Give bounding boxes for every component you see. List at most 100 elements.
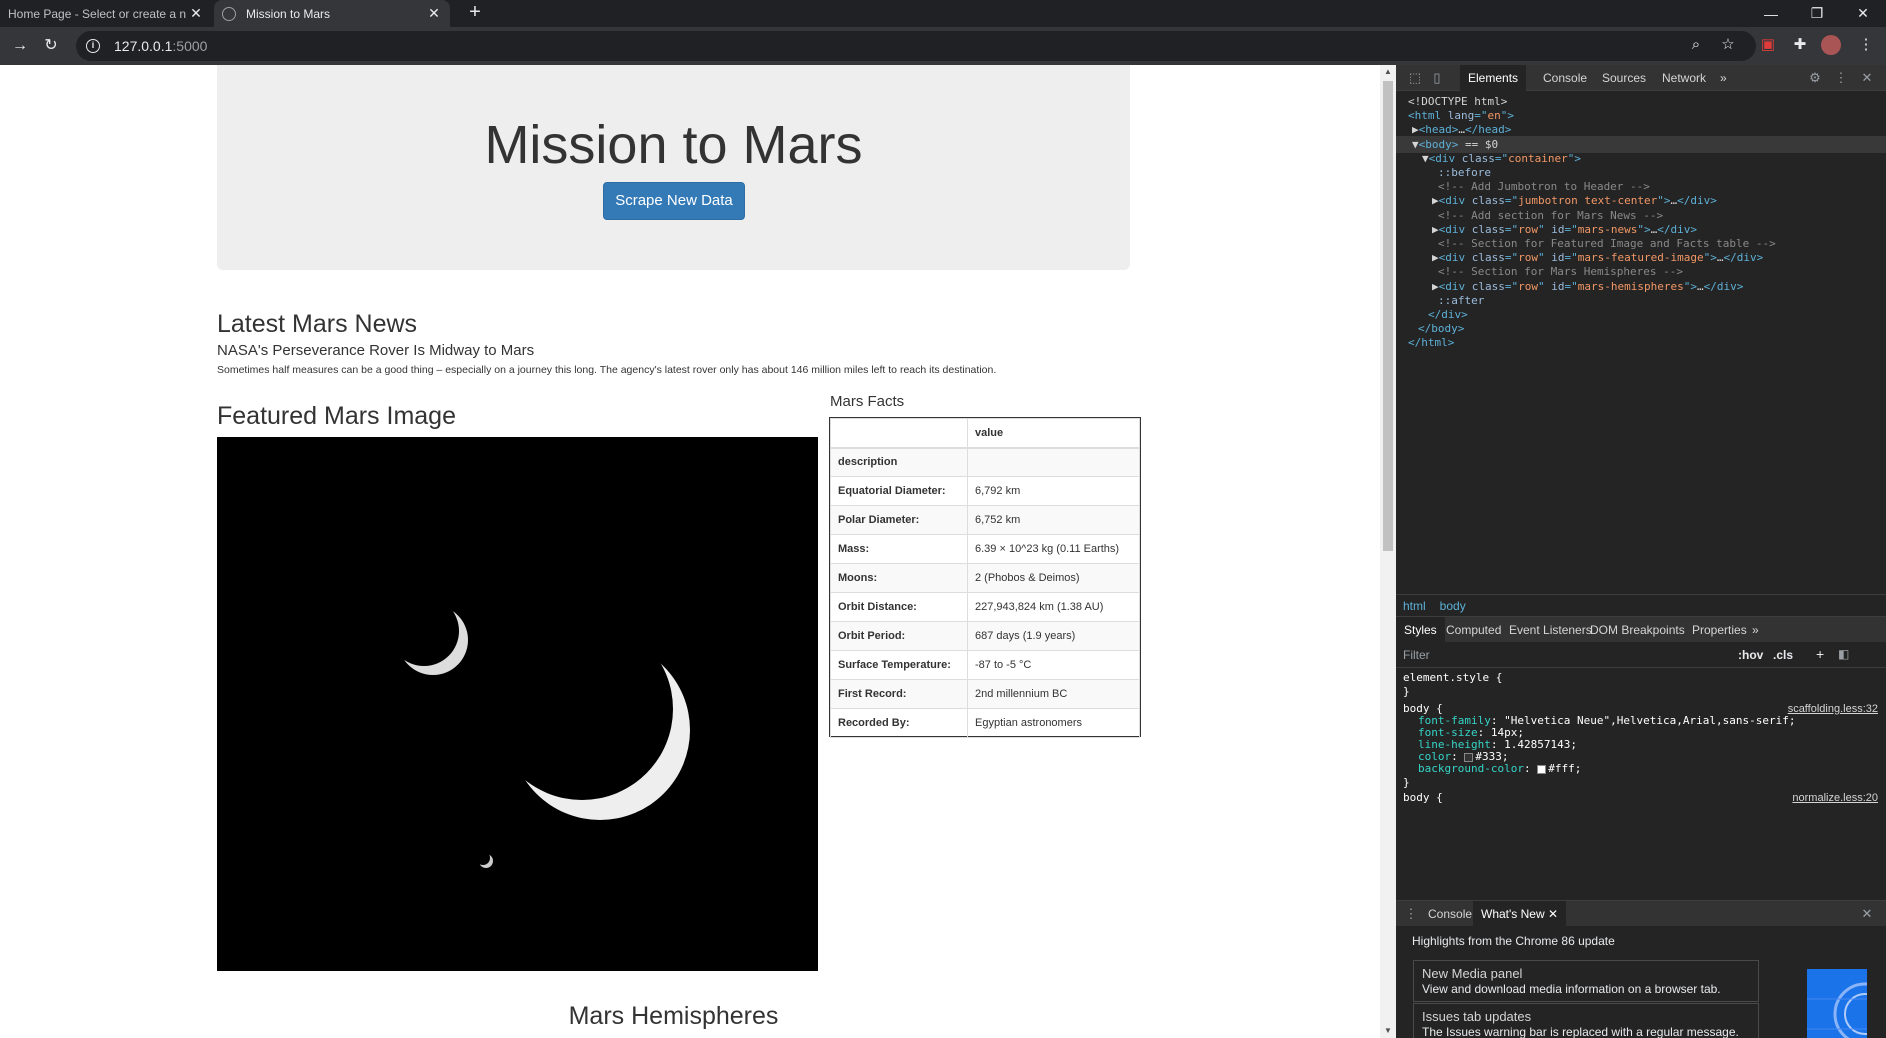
dom-tree[interactable]: <!DOCTYPE html> <html lang="en"> ▶<head>…<…: [1396, 93, 1886, 563]
close-window-button[interactable]: ✕: [1840, 0, 1886, 27]
avatar[interactable]: [1821, 35, 1841, 55]
inspect-icon[interactable]: ⬚: [1406, 69, 1424, 87]
dom-token: =": [1494, 151, 1509, 165]
fact-value: Egyptian astronomers: [967, 708, 1140, 738]
normalize-source-link[interactable]: normalize.less:20: [1792, 791, 1878, 805]
gear-icon[interactable]: ⚙: [1806, 69, 1824, 87]
whats-new-card[interactable]: Issues tab updates The Issues warning ba…: [1413, 1003, 1759, 1038]
drawer-menu-icon[interactable]: ⋮: [1402, 905, 1420, 923]
dom-token: <div: [1428, 151, 1462, 165]
dom-token: class: [1461, 151, 1495, 165]
reload-icon[interactable]: ↻: [40, 35, 62, 57]
menu-kebab-icon[interactable]: ⋮: [1855, 34, 1877, 56]
url-text[interactable]: 127.0.0.1:5000: [114, 38, 207, 54]
fact-value: 6.39 × 10^23 kg (0.11 Earths): [967, 534, 1140, 564]
scaffolding-source-link[interactable]: scaffolding.less:32: [1788, 702, 1878, 716]
dom-token: </div>: [1677, 194, 1717, 208]
toggle-sidebar-icon[interactable]: ◧: [1838, 647, 1849, 661]
fact-label: Orbit Period:: [830, 621, 968, 651]
styles-pane[interactable]: element.style { } body { scaffolding.les…: [1396, 669, 1886, 899]
fact-label: Mass:: [830, 534, 968, 564]
scroll-up-icon[interactable]: ▲: [1380, 65, 1396, 79]
scrollbar-thumb[interactable]: [1383, 81, 1393, 551]
breadcrumb-html[interactable]: html: [1403, 599, 1426, 613]
color-swatch-icon[interactable]: [1537, 764, 1547, 774]
tab-computed[interactable]: Computed: [1438, 617, 1509, 643]
device-toolbar-icon[interactable]: ▯: [1428, 69, 1446, 87]
tab-dom-breakpoints[interactable]: DOM Breakpoints: [1582, 617, 1693, 643]
tab-title: Mission to Mars: [246, 6, 331, 21]
new-rule-button[interactable]: +: [1816, 646, 1824, 662]
tab-elements[interactable]: Elements: [1460, 65, 1527, 91]
dom-token: class: [1471, 251, 1505, 265]
dom-token: mars-featured-image: [1577, 251, 1704, 265]
dom-node-line[interactable]: </html>: [1396, 334, 1886, 351]
featured-image: [217, 437, 818, 971]
new-tab-button[interactable]: +: [462, 0, 488, 27]
dom-token: id: [1551, 279, 1565, 293]
dom-token: <!DOCTYPE html>: [1408, 95, 1508, 108]
dom-token: ">: [1703, 251, 1717, 265]
close-drawer-icon[interactable]: ✕: [1858, 905, 1876, 923]
tab-network[interactable]: Network: [1654, 65, 1714, 91]
news-title: NASA's Perseverance Rover Is Midway to M…: [217, 342, 535, 359]
cls-button[interactable]: .cls: [1773, 648, 1793, 662]
hov-button[interactable]: :hov: [1738, 648, 1763, 662]
info-icon[interactable]: i: [86, 39, 100, 53]
tab-sources[interactable]: Sources: [1594, 65, 1654, 91]
hemispheres-heading: Mars Hemispheres: [568, 1002, 779, 1030]
dom-token: =": [1504, 251, 1519, 265]
minimize-button[interactable]: —: [1748, 0, 1794, 27]
drawer-tab-console[interactable]: Console: [1420, 901, 1480, 927]
tab-console[interactable]: Console: [1535, 65, 1595, 91]
breadcrumb-body[interactable]: body: [1440, 599, 1466, 613]
dom-token: </html>: [1408, 336, 1455, 350]
dom-token: class: [1471, 194, 1505, 208]
dom-token: ▶: [1432, 194, 1439, 208]
dom-token: <!-- Section for Mars Hemispheres -->: [1438, 265, 1684, 279]
dom-token: <html: [1408, 109, 1448, 123]
close-icon[interactable]: ✕: [426, 5, 442, 22]
browser-window: Home Page - Select or create a n ✕ Missi…: [0, 0, 1886, 1038]
more-tabs-icon[interactable]: »: [1744, 617, 1767, 643]
address-bar[interactable]: i 127.0.0.1:5000: [76, 31, 1756, 61]
whats-new-card[interactable]: New Media panel View and download media …: [1413, 960, 1759, 1002]
more-tabs-icon[interactable]: »: [1712, 65, 1735, 91]
dom-token: lang: [1447, 109, 1475, 123]
styles-tabs: Styles Computed Event Listeners DOM Brea…: [1396, 616, 1886, 643]
tab-home[interactable]: Home Page - Select or create a n ✕: [0, 0, 212, 27]
facts-row: Equatorial Diameter: 6,792 km: [830, 476, 1140, 506]
dom-token: ::before: [1438, 166, 1491, 179]
close-icon[interactable]: ✕: [188, 5, 204, 22]
fact-label: Recorded By:: [830, 708, 968, 738]
dom-token: ▶: [1412, 123, 1419, 137]
puzzle-icon[interactable]: ✚: [1789, 34, 1811, 56]
css-colon: :: [1523, 762, 1538, 775]
dom-token: =": [1564, 222, 1578, 236]
restore-button[interactable]: ❐: [1794, 0, 1840, 27]
close-icon[interactable]: ✕: [1858, 69, 1876, 87]
close-icon[interactable]: ✕: [1548, 907, 1558, 921]
forward-arrow-icon[interactable]: →: [9, 35, 31, 57]
dom-token: container: [1508, 151, 1568, 165]
color-swatch-icon[interactable]: [1464, 752, 1474, 762]
extension-icon[interactable]: ▣: [1757, 34, 1779, 56]
bookmark-star-icon[interactable]: ☆: [1717, 34, 1739, 56]
scroll-down-icon[interactable]: ▼: [1380, 1024, 1396, 1038]
menu-kebab-icon[interactable]: ⋮: [1832, 69, 1850, 87]
card-description: The Issues warning bar is replaced with …: [1422, 1025, 1739, 1038]
whats-new-thumbnail: [1807, 969, 1867, 1038]
dom-token: == $0: [1458, 137, 1499, 151]
filter-input[interactable]: Filter: [1403, 648, 1430, 662]
dom-token: =": [1504, 222, 1519, 236]
fact-value: 227,943,824 km (1.38 AU): [967, 592, 1140, 622]
drawer-tab-whats-new[interactable]: What's New ✕: [1473, 901, 1567, 927]
scrape-button[interactable]: Scrape New Data: [603, 182, 745, 220]
fact-label: First Record:: [830, 679, 968, 709]
zoom-icon[interactable]: ⌕: [1685, 34, 1707, 56]
tab-mission-to-mars[interactable]: Mission to Mars ✕: [214, 0, 450, 27]
page-scrollbar[interactable]: ▲ ▼: [1380, 65, 1396, 1038]
css-property-value: #fff;: [1548, 762, 1582, 775]
css-property[interactable]: background-color: #fff;: [1418, 762, 1581, 776]
whats-new-heading: Highlights from the Chrome 86 update: [1412, 934, 1615, 948]
